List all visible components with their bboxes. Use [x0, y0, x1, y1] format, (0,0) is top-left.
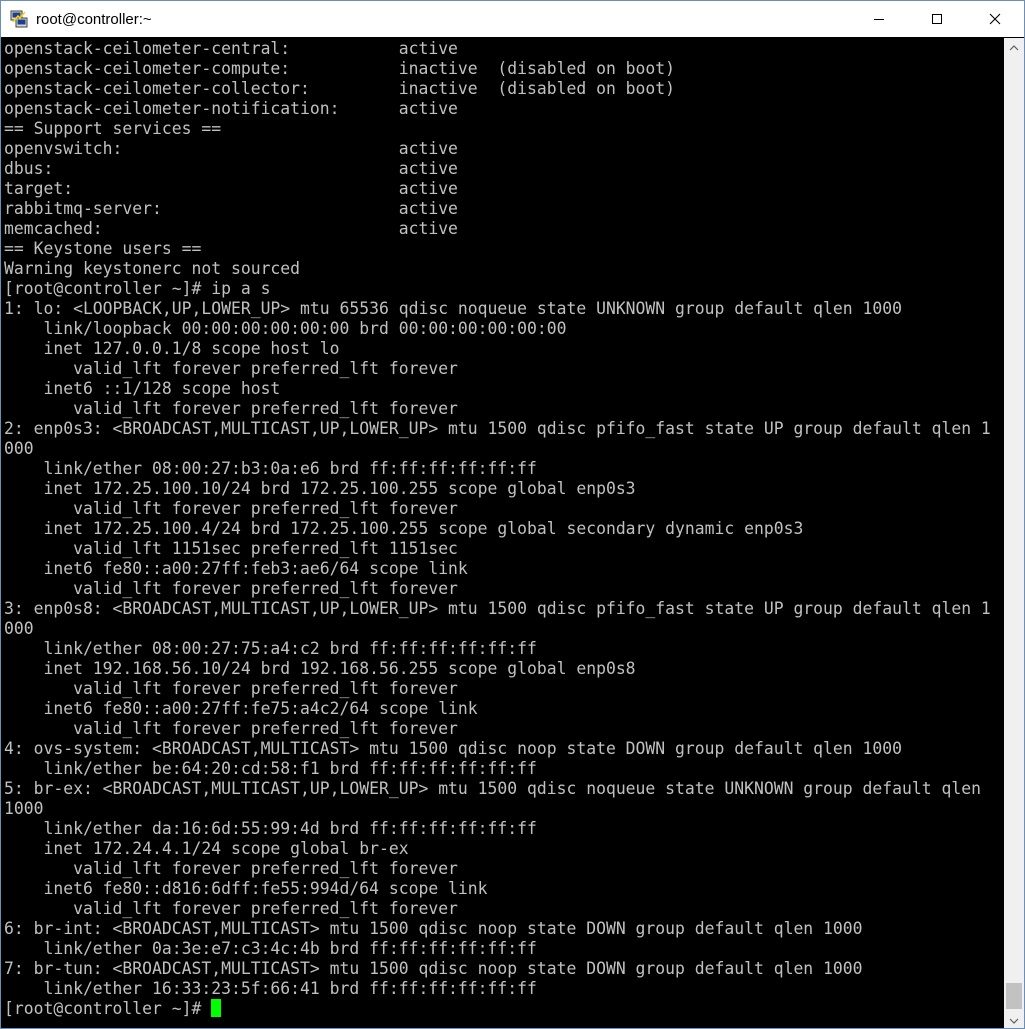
terminal-line: inet 172.25.100.4/24 brd 172.25.100.255 …	[4, 519, 804, 538]
chevron-up-icon	[1009, 38, 1019, 56]
terminal-line: 000	[4, 439, 34, 458]
terminal-line: valid_lft forever preferred_lft forever	[4, 679, 458, 698]
terminal-line: link/ether 08:00:27:b3:0a:e6 brd ff:ff:f…	[4, 459, 537, 478]
terminal-area[interactable]: openstack-ceilometer-central: active open…	[1, 38, 1004, 1028]
scroll-up-button[interactable]	[1004, 38, 1024, 55]
terminal-line: 2: enp0s3: <BROADCAST,MULTICAST,UP,LOWER…	[4, 419, 991, 438]
maximize-icon	[931, 13, 943, 25]
vertical-scrollbar[interactable]	[1004, 38, 1024, 1028]
terminal-line: openstack-ceilometer-collector: inactive…	[4, 79, 676, 98]
terminal-line: link/ether 08:00:27:75:a4:c2 brd ff:ff:f…	[4, 639, 537, 658]
terminal-line: valid_lft forever preferred_lft forever	[4, 899, 458, 918]
terminal-line: 3: enp0s8: <BROADCAST,MULTICAST,UP,LOWER…	[4, 599, 991, 618]
terminal-line: == Support services ==	[4, 119, 222, 138]
terminal-line: valid_lft forever preferred_lft forever	[4, 499, 458, 518]
terminal-line: link/ether da:16:6d:55:99:4d brd ff:ff:f…	[4, 819, 537, 838]
scroll-thumb[interactable]	[1006, 983, 1022, 1009]
terminal-line: 6: br-int: <BROADCAST,MULTICAST> mtu 150…	[4, 919, 863, 938]
window-title: root@controller:~	[36, 10, 152, 28]
scroll-down-button[interactable]	[1004, 1011, 1024, 1028]
terminal-line: openstack-ceilometer-compute: inactive (…	[4, 59, 676, 78]
terminal-line: inet6 fe80::d816:6dff:fe55:994d/64 scope…	[4, 879, 488, 898]
putty-window: root@controller:~ openstack-ceilometer-c…	[0, 0, 1025, 1029]
terminal-line: link/ether 0a:3e:e7:c3:4c:4b brd ff:ff:f…	[4, 939, 537, 958]
putty-icon[interactable]	[10, 10, 28, 28]
terminal-line: 1000	[4, 799, 44, 818]
close-button[interactable]	[966, 1, 1024, 37]
terminal-line: inet 172.24.4.1/24 scope global br-ex	[4, 839, 409, 858]
terminal-line: 4: ovs-system: <BROADCAST,MULTICAST> mtu…	[4, 739, 902, 758]
terminal-line: inet6 fe80::a00:27ff:feb3:ae6/64 scope l…	[4, 559, 468, 578]
chevron-down-icon	[1009, 1011, 1019, 1029]
terminal-line: valid_lft forever preferred_lft forever	[4, 399, 458, 418]
terminal-line: valid_lft forever preferred_lft forever	[4, 859, 458, 878]
title-bar[interactable]: root@controller:~	[1, 1, 1024, 37]
terminal-line: 7: br-tun: <BROADCAST,MULTICAST> mtu 150…	[4, 959, 863, 978]
terminal-line: openstack-ceilometer-notification: activ…	[4, 99, 458, 118]
terminal-line: memcached: active	[4, 219, 458, 238]
terminal-line: inet 172.25.100.10/24 brd 172.25.100.255…	[4, 479, 636, 498]
text-cursor	[211, 999, 222, 1017]
terminal-line: openstack-ceilometer-central: active	[4, 39, 458, 58]
terminal-line: dbus: active	[4, 159, 458, 178]
terminal-line: link/loopback 00:00:00:00:00:00 brd 00:0…	[4, 319, 567, 338]
maximize-button[interactable]	[908, 1, 966, 37]
terminal-line: inet6 ::1/128 scope host	[4, 379, 281, 398]
close-icon	[989, 13, 1001, 25]
window-controls	[850, 1, 1024, 37]
terminal-line: valid_lft forever preferred_lft forever	[4, 719, 458, 738]
terminal-line: inet6 fe80::a00:27ff:fe75:a4c2/64 scope …	[4, 699, 478, 718]
terminal-line: == Keystone users ==	[4, 239, 202, 258]
terminal-line: [root@controller ~]# ip a s	[4, 279, 271, 298]
terminal-line: inet 127.0.0.1/8 scope host lo	[4, 339, 340, 358]
terminal-output: openstack-ceilometer-central: active open…	[1, 38, 1004, 1019]
minimize-icon	[873, 13, 885, 25]
terminal-line: valid_lft 1151sec preferred_lft 1151sec	[4, 539, 458, 558]
prompt-line[interactable]: [root@controller ~]#	[4, 999, 1004, 1019]
terminal-line: 1: lo: <LOOPBACK,UP,LOWER_UP> mtu 65536 …	[4, 299, 902, 318]
terminal-line: valid_lft forever preferred_lft forever	[4, 359, 458, 378]
terminal-line: Warning keystonerc not sourced	[4, 259, 301, 278]
terminal-line: openvswitch: active	[4, 139, 458, 158]
terminal-line: 000	[4, 619, 34, 638]
terminal-line: link/ether 16:33:23:5f:66:41 brd ff:ff:f…	[4, 979, 537, 998]
terminal-line: valid_lft forever preferred_lft forever	[4, 579, 458, 598]
minimize-button[interactable]	[850, 1, 908, 37]
terminal-line: 5: br-ex: <BROADCAST,MULTICAST,UP,LOWER_…	[4, 779, 981, 798]
terminal-line: inet 192.168.56.10/24 brd 192.168.56.255…	[4, 659, 636, 678]
terminal-line: rabbitmq-server: active	[4, 199, 458, 218]
terminal-line: target: active	[4, 179, 458, 198]
terminal-line: link/ether be:64:20:cd:58:f1 brd ff:ff:f…	[4, 759, 537, 778]
shell-prompt: [root@controller ~]#	[4, 999, 212, 1018]
